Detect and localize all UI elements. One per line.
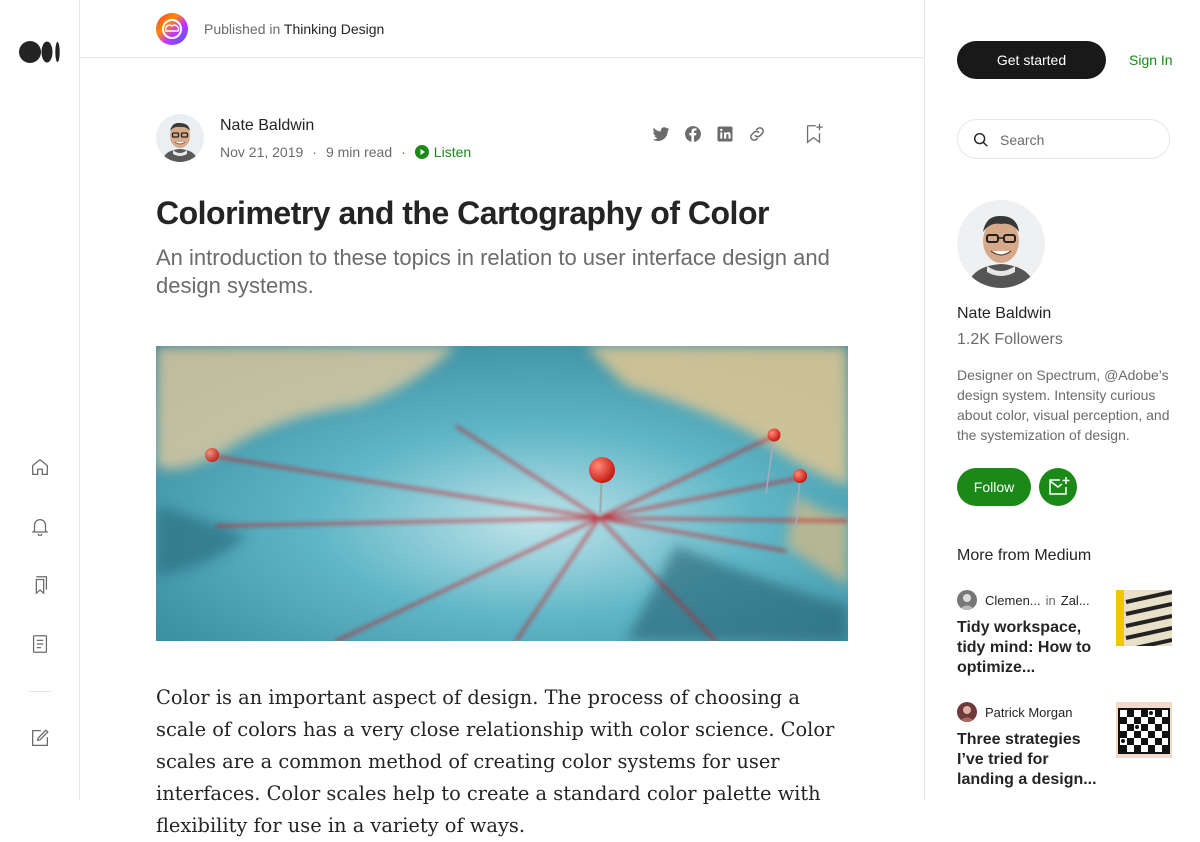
more-from-medium-heading: More from Medium <box>957 547 1092 564</box>
bookmark-add-icon[interactable] <box>803 122 825 146</box>
story-thumbnail[interactable] <box>1116 590 1172 646</box>
link-icon[interactable] <box>747 124 767 144</box>
subscribe-button[interactable] <box>1039 468 1077 506</box>
author-name-link[interactable]: Nate Baldwin <box>220 117 314 135</box>
publication-bar: Published in Thinking Design <box>80 0 924 58</box>
linkedin-icon[interactable] <box>715 124 735 144</box>
home-icon[interactable] <box>29 456 51 478</box>
story-meta: Clemen... in Zal... <box>957 590 1090 610</box>
search-box[interactable] <box>957 119 1170 159</box>
story-thumbnail[interactable] <box>1116 702 1172 758</box>
publication-name-link[interactable]: Thinking Design <box>284 21 384 37</box>
story-in-label: in <box>1045 592 1056 608</box>
author-bio: Designer on Spectrum, @Adobe’s design sy… <box>957 367 1170 443</box>
document-icon[interactable] <box>29 633 51 655</box>
listen-button[interactable]: Listen <box>414 144 472 160</box>
article-subtitle: An introduction to these topics in relat… <box>156 245 830 298</box>
followers-count[interactable]: 1.2K Followers <box>957 331 1063 349</box>
sign-in-link[interactable]: Sign In <box>1129 52 1173 68</box>
published-in-text: Published in Thinking Design <box>204 21 384 37</box>
recommended-story[interactable]: Patrick Morgan Three strategies I’ve tri… <box>957 702 1200 792</box>
recommended-story[interactable]: Clemen... in Zal... Tidy workspace, tidy… <box>957 590 1200 680</box>
write-icon[interactable] <box>29 727 51 749</box>
separator-dot: · <box>312 144 317 160</box>
publication-logo-icon[interactable] <box>156 13 188 45</box>
search-icon <box>973 132 988 147</box>
article-title: Colorimetry and the Cartography of Color <box>156 195 769 231</box>
story-author-avatar[interactable] <box>957 590 977 610</box>
play-icon <box>414 145 429 159</box>
bell-icon[interactable] <box>29 515 51 537</box>
bookmarks-icon[interactable] <box>29 574 51 596</box>
left-nav-rail <box>0 0 80 800</box>
listen-label: Listen <box>433 144 472 160</box>
author-avatar[interactable] <box>156 114 204 162</box>
twitter-icon[interactable] <box>651 124 671 144</box>
story-publication-name[interactable]: Zal... <box>1061 593 1090 608</box>
follow-button[interactable]: Follow <box>957 468 1031 506</box>
story-title[interactable]: Tidy workspace, tidy mind: How to optimi… <box>957 618 1097 678</box>
hero-image <box>156 346 848 641</box>
separator-dot: · <box>401 144 406 160</box>
publish-date: Nov 21, 2019 <box>220 144 304 160</box>
get-started-button[interactable]: Get started <box>957 41 1106 79</box>
sidebar-author-avatar[interactable] <box>957 200 1045 288</box>
article-meta: Nov 21, 2019 · 9 min read · Listen <box>220 144 471 160</box>
story-author-name[interactable]: Patrick Morgan <box>985 705 1072 720</box>
story-author-avatar[interactable] <box>957 702 977 722</box>
story-title[interactable]: Three strategies I’ve tried for landing … <box>957 730 1097 790</box>
story-author-name[interactable]: Clemen... <box>985 593 1041 608</box>
story-meta: Patrick Morgan <box>957 702 1072 722</box>
facebook-icon[interactable] <box>683 124 703 144</box>
article-body-paragraph: Color is an important aspect of design. … <box>156 686 835 837</box>
sidebar-author-name[interactable]: Nate Baldwin <box>957 305 1051 323</box>
published-in-label: Published in <box>204 21 281 37</box>
mail-plus-icon <box>1049 477 1070 495</box>
read-time: 9 min read <box>325 144 393 160</box>
search-input[interactable] <box>998 129 1162 151</box>
medium-logo-icon[interactable] <box>19 41 61 63</box>
rail-divider <box>28 691 52 692</box>
